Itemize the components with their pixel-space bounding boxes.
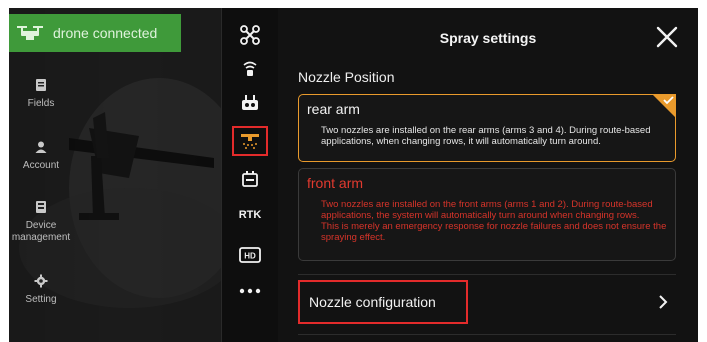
drone-icon (17, 26, 43, 40)
tool-more[interactable] (232, 276, 268, 306)
hd-icon: HD (239, 247, 261, 263)
remote-controller-icon (242, 95, 258, 110)
tool-remote-controller[interactable] (232, 88, 268, 118)
radar-icon (243, 61, 257, 76)
option-description: Two nozzles are installed on the rear ar… (321, 125, 651, 147)
sidebar-item-fields[interactable]: Fields (9, 78, 73, 110)
option-description-group: Two nozzles are installed on the front a… (321, 199, 667, 243)
drone-connection-banner: drone connected (9, 14, 181, 52)
close-icon[interactable] (654, 24, 680, 50)
option-title: rear arm (307, 101, 360, 117)
section-title: Nozzle Position (298, 69, 395, 85)
spray-settings-panel: Spray settings Nozzle Position rear arm … (278, 8, 698, 342)
device-icon (36, 201, 46, 213)
option-title: front arm (307, 175, 364, 191)
tool-radar[interactable] (232, 54, 268, 84)
sidebar-item-label: Fields (27, 98, 55, 109)
tool-drone[interactable] (232, 20, 268, 50)
spray-nozzle-icon (241, 134, 259, 149)
fields-icon (36, 79, 46, 91)
selected-check-icon (652, 94, 676, 118)
divider (298, 274, 676, 275)
sidebar-item-label: Setting (25, 294, 57, 305)
sidebar-item-setting[interactable]: Setting (9, 274, 73, 306)
panel-title: Spray settings (439, 30, 537, 46)
option-front-arm[interactable]: front arm Two nozzles are installed on t… (298, 168, 676, 261)
sidebar-item-label: Device management (11, 220, 71, 243)
icon-toolbar: RTK HD (221, 8, 279, 342)
option-description: Two nozzles are installed on the front a… (321, 199, 653, 221)
sidebar-item-device-management[interactable]: Device management (9, 200, 73, 244)
sidebar-item-label: Account (22, 160, 60, 171)
tool-rtk[interactable]: RTK (232, 200, 268, 230)
more-icon (239, 288, 261, 294)
nozzle-configuration-label: Nozzle configuration (309, 294, 436, 310)
sidebar-item-account[interactable]: Account (9, 140, 73, 172)
rtk-icon: RTK (238, 209, 262, 221)
drone-icon (240, 25, 260, 45)
svg-text:HD: HD (244, 252, 256, 261)
tool-hd[interactable]: HD (232, 240, 268, 270)
divider (298, 334, 676, 335)
left-sidebar: drone connected Fields Account Device ma… (9, 8, 221, 342)
app-screen: drone connected Fields Account Device ma… (9, 8, 698, 342)
account-icon (35, 141, 47, 153)
gear-icon (34, 274, 48, 288)
tool-spray-nozzle[interactable] (232, 126, 268, 156)
chevron-right-icon[interactable] (656, 294, 670, 310)
drone-status-text: drone connected (53, 25, 158, 41)
battery-icon (242, 171, 258, 187)
tool-battery[interactable] (232, 164, 268, 194)
option-warning: This is merely an emergency response for… (321, 221, 667, 243)
option-rear-arm[interactable]: rear arm Two nozzles are installed on th… (298, 94, 676, 162)
nozzle-configuration-button[interactable]: Nozzle configuration (298, 280, 468, 324)
